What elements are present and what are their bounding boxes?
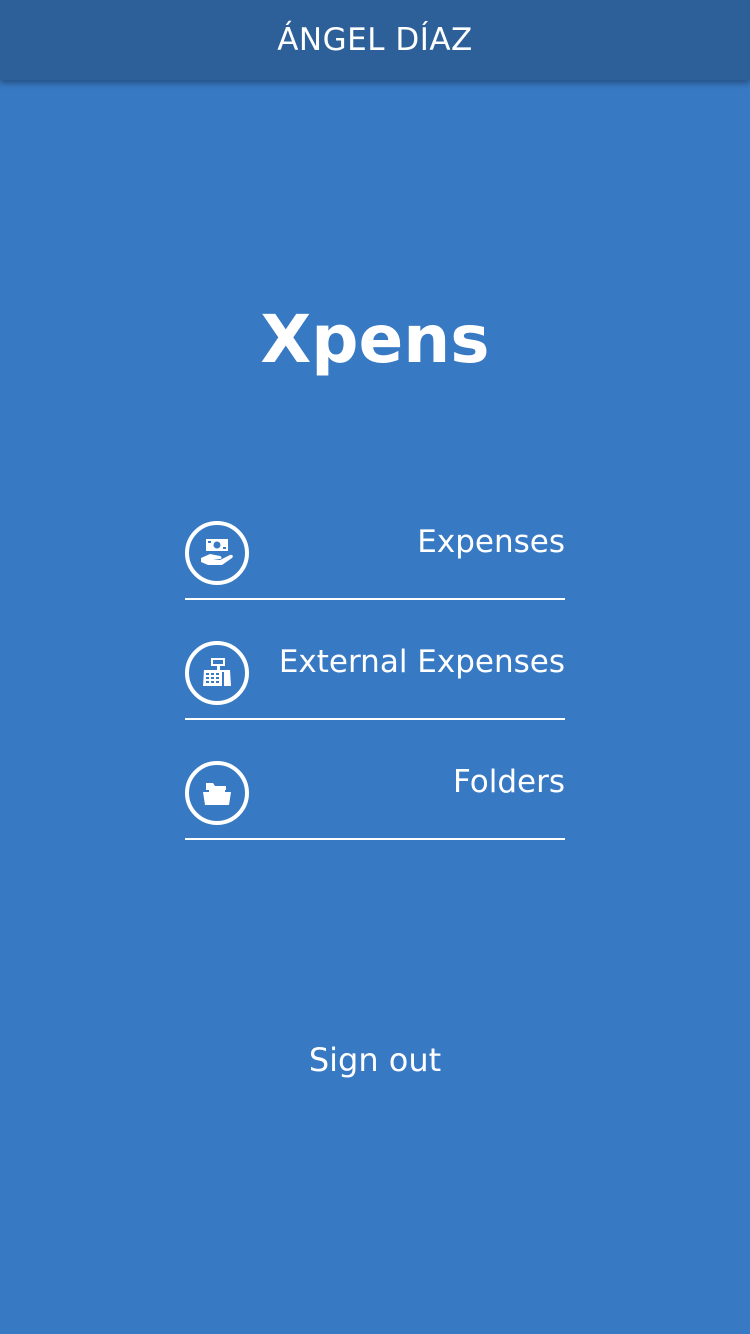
menu-item-label: External Expenses [278, 644, 565, 680]
menu-item-folders[interactable]: Folders [185, 720, 565, 840]
app-name: Xpens [260, 301, 490, 378]
open-folder-icon [185, 761, 249, 825]
user-name-title: ÁNGEL DÍAZ [277, 22, 473, 58]
menu-item-expenses[interactable]: Expenses [185, 480, 565, 600]
main-menu: Expenses External Expenses Folders [185, 480, 565, 840]
menu-item-label: Folders [453, 764, 565, 800]
cash-register-icon [185, 641, 249, 705]
app-bar: ÁNGEL DÍAZ [0, 0, 750, 80]
sign-out-button[interactable]: Sign out [0, 1040, 750, 1080]
money-hand-icon [185, 521, 249, 585]
menu-item-external-expenses[interactable]: External Expenses [185, 600, 565, 720]
menu-item-label: Expenses [417, 524, 565, 560]
